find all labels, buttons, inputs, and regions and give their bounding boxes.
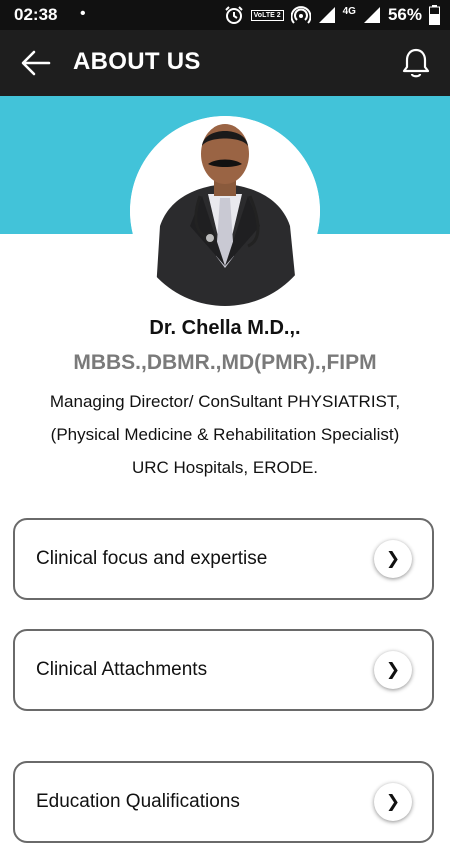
signal-icon	[363, 6, 381, 24]
signal-icon	[318, 6, 336, 24]
doctor-photo	[130, 116, 320, 306]
doctor-role-line: Managing Director/ ConSultant PHYSIATRIS…	[49, 392, 401, 411]
doctor-specialty-line: (Physical Medicine & Rehabilitation Spec…	[50, 425, 400, 444]
doctor-avatar	[130, 116, 320, 306]
app-bar: ABOUT US	[0, 30, 450, 96]
card-label: Clinical Attachments	[36, 659, 208, 680]
notifications-button[interactable]	[398, 44, 434, 82]
back-button[interactable]	[18, 45, 54, 81]
chevron-right-icon[interactable]: ❯	[374, 651, 412, 689]
clinical-focus-card[interactable]: Clinical focus and expertise ❯	[13, 518, 434, 600]
clinical-attachments-card[interactable]: Clinical Attachments ❯	[13, 629, 434, 711]
notification-dot: •	[80, 5, 86, 22]
status-time: 02:38	[14, 5, 58, 24]
battery-icon	[429, 5, 440, 25]
chevron-right-icon[interactable]: ❯	[374, 783, 412, 821]
hotspot-icon	[290, 5, 311, 25]
doctor-name: Dr. Chella M.D.,.	[149, 317, 301, 339]
card-label: Education Qualifications	[36, 791, 240, 812]
volte-badge: VoLTE 2	[250, 9, 284, 21]
alarm-clock-icon	[224, 5, 244, 25]
doctor-hospital-line: URC Hospitals, ERODE.	[131, 458, 319, 477]
page-title: ABOUT US	[73, 48, 201, 75]
battery-percent: 56%	[387, 5, 422, 24]
education-qualifications-card[interactable]: Education Qualifications ❯	[13, 761, 434, 843]
status-icons: VoLTE 2 4G 56%	[224, 4, 440, 26]
bell-icon	[402, 48, 430, 78]
network-type: 4G	[342, 5, 356, 17]
doctor-degrees: MBBS.,DBMR.,MD(PMR).,FIPM	[73, 351, 377, 374]
arrow-left-icon	[21, 50, 51, 76]
status-bar: 02:38 • VoLTE 2 4G 56%	[0, 0, 450, 30]
chevron-right-icon[interactable]: ❯	[374, 540, 412, 578]
card-label: Clinical focus and expertise	[36, 548, 268, 569]
